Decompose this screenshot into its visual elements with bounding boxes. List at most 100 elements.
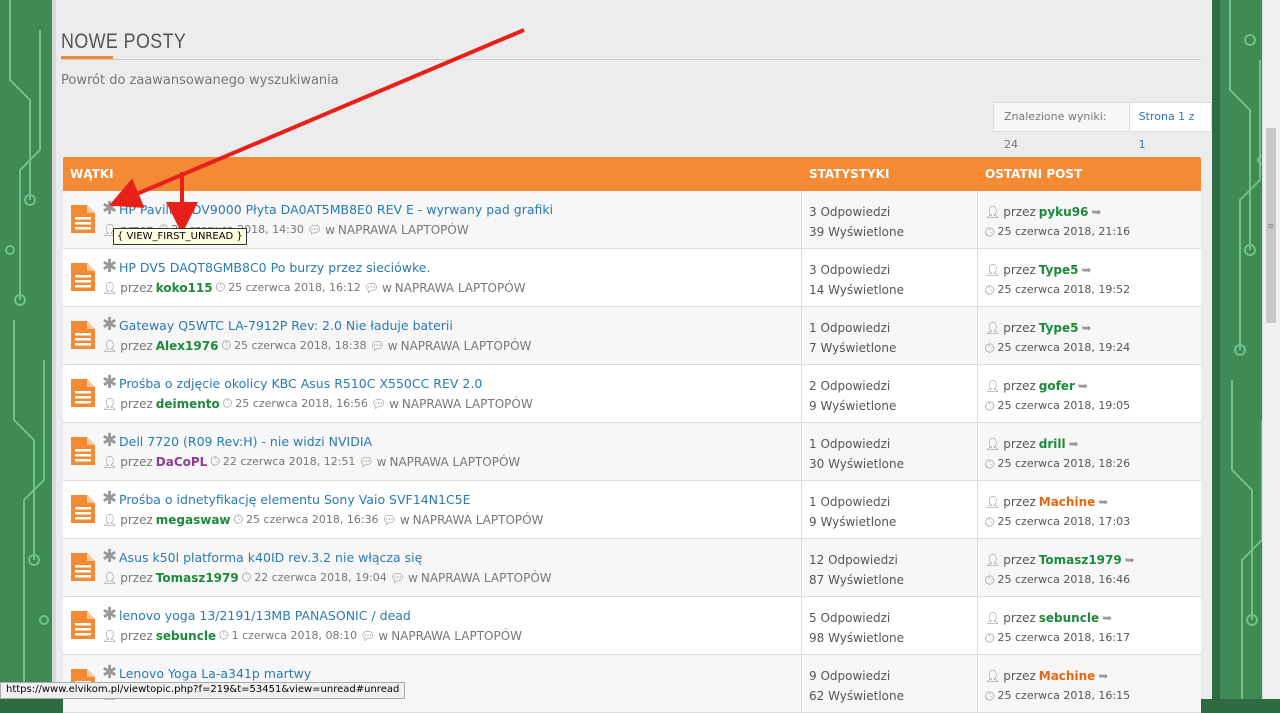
goto-last-post-icon[interactable]: ➥ (1081, 318, 1091, 338)
unread-asterisk-icon[interactable]: ✱ (102, 490, 117, 508)
topic-document-icon[interactable] (71, 495, 95, 523)
last-post-author-link[interactable]: Machine (1039, 666, 1096, 686)
table-row: ✱ Prośba o idnetyfikację elementu Sony V… (63, 481, 1201, 539)
unread-asterisk-icon[interactable]: ✱ (102, 664, 117, 682)
topic-document-icon[interactable] (71, 437, 95, 465)
last-post-author-link[interactable]: sebuncle (1039, 608, 1099, 628)
stats-cell: 1 Odpowiedzi 7 Wyświetlone (802, 307, 978, 364)
stats-cell: 3 Odpowiedzi 39 Wyświetlone (802, 191, 978, 248)
clock-icon: 🕓︎ (985, 515, 995, 529)
page-indicator[interactable]: Strona 1 z 1 (1129, 103, 1211, 151)
last-post-author-link[interactable]: drill (1039, 434, 1066, 454)
last-post-cell: 👤︎ przez Tomasz1979 ➥ 🕓︎ 25 czerwca 2018… (978, 539, 1201, 596)
clock-icon: 🕓︎ (985, 573, 995, 587)
last-post-author-link[interactable]: Type5 (1039, 318, 1079, 338)
unread-asterisk-icon[interactable]: ✱ (102, 316, 117, 334)
unread-asterisk-icon[interactable]: ✱ (102, 606, 117, 624)
table-row: ✱ Gateway Q5WTC LA-7912P Rev: 2.0 Nie ła… (63, 307, 1201, 365)
goto-last-post-icon[interactable]: ➥ (1098, 666, 1108, 686)
goto-last-post-icon[interactable]: ➥ (1098, 492, 1108, 512)
user-icon: 👤︎ (102, 570, 118, 585)
topic-document-icon[interactable] (71, 379, 95, 407)
topic-title-link[interactable]: Asus k50l platforma k40ID rev.3.2 nie wł… (119, 550, 422, 565)
unread-asterisk-icon[interactable]: ✱ (102, 374, 117, 392)
goto-last-post-icon[interactable]: ➥ (1069, 434, 1079, 454)
topic-author-link[interactable]: deimento (156, 397, 220, 411)
topic-author-link[interactable]: Tomasz1979 (156, 571, 239, 585)
goto-last-post-icon[interactable]: ➥ (1078, 376, 1088, 396)
forum-link[interactable]: NAPRAWA LAPTOPÓW (338, 223, 469, 237)
table-row: ✱ Prośba o zdjęcie okolicy KBC Asus R510… (63, 365, 1201, 423)
replies-count: 3 Odpowiedzi (809, 263, 891, 277)
last-post-cell: 👤︎ przez Machine ➥ 🕓︎ 25 czerwca 2018, 1… (978, 655, 1201, 712)
comments-icon: 💬︎ (358, 454, 374, 469)
clock-icon: 🕓︎ (210, 454, 220, 468)
topic-title-link[interactable]: lenovo yoga 13/2191/13MB PANASONIC / dea… (119, 608, 411, 623)
vertical-scrollbar[interactable]: ≡ (1262, 0, 1280, 699)
goto-last-post-icon[interactable]: ➥ (1102, 608, 1112, 628)
last-post-author-link[interactable]: pyku96 (1039, 202, 1089, 222)
topic-author-link[interactable]: koko115 (156, 281, 213, 295)
unread-asterisk-icon[interactable]: ✱ (102, 548, 117, 566)
last-post-author-link[interactable]: Tomasz1979 (1039, 550, 1122, 570)
topic-author-link[interactable]: megaswaw (156, 513, 231, 527)
table-body: ✱ HP Pavilion DV9000 Płyta DA0AT5MB8E0 R… (63, 191, 1201, 713)
stats-cell: 5 Odpowiedzi 98 Wyświetlone (802, 597, 978, 654)
views-count: 39 Wyświetlone (809, 225, 904, 239)
forum-link[interactable]: NAPRAWA LAPTOPÓW (401, 339, 532, 353)
topic-document-icon[interactable] (71, 263, 95, 291)
topic-title-link[interactable]: HP DV5 DAQT8GMB8C0 Po burzy przez sieció… (119, 260, 430, 275)
topic-document-icon[interactable] (71, 321, 95, 349)
unread-asterisk-icon[interactable]: ✱ (102, 200, 117, 218)
goto-last-post-icon[interactable]: ➥ (1125, 550, 1135, 570)
last-post-author-link[interactable]: Machine (1039, 492, 1096, 512)
last-post-cell: 👤︎ przez drill ➥ 🕓︎ 25 czerwca 2018, 18:… (978, 423, 1201, 480)
topic-cell: ✱ Prośba o idnetyfikację elementu Sony V… (63, 481, 802, 538)
forum-link[interactable]: NAPRAWA LAPTOPÓW (395, 281, 526, 295)
views-count: 62 Wyświetlone (809, 689, 904, 703)
topic-document-icon[interactable] (71, 205, 95, 233)
header-topics: WĄTKI (70, 167, 114, 181)
in-label: w (389, 396, 399, 411)
topic-cell: ✱ Asus k50l platforma k40ID rev.3.2 nie … (63, 539, 802, 596)
topic-title-link[interactable]: Lenovo Yoga La-a341p martwy (119, 666, 311, 681)
replies-count: 9 Odpowiedzi (809, 669, 891, 683)
last-post-author-link[interactable]: gofer (1039, 376, 1075, 396)
forum-link[interactable]: NAPRAWA LAPTOPÓW (413, 513, 544, 527)
forum-link[interactable]: NAPRAWA LAPTOPÓW (391, 629, 522, 643)
topic-author-link[interactable]: DaCoPL (156, 455, 208, 469)
user-icon: 👤︎ (102, 338, 118, 353)
topic-document-icon[interactable] (71, 611, 95, 639)
clock-icon: 🕓︎ (985, 631, 995, 645)
topic-author-link[interactable]: sebuncle (156, 629, 216, 643)
goto-last-post-icon[interactable]: ➥ (1091, 202, 1101, 222)
forum-link[interactable]: NAPRAWA LAPTOPÓW (421, 571, 552, 585)
user-icon: 👤︎ (985, 611, 1001, 625)
user-icon: 👤︎ (102, 512, 118, 527)
header-last-post: OSTATNI POST (985, 167, 1083, 181)
last-post-author-link[interactable]: Type5 (1039, 260, 1079, 280)
topic-meta: 👤︎ przez megaswaw 🕓︎ 25 czerwca 2018, 16… (102, 512, 543, 527)
goto-last-post-icon[interactable]: ➥ (1081, 260, 1091, 280)
topic-title-link[interactable]: Prośba o idnetyfikację elementu Sony Vai… (119, 492, 471, 507)
forum-link[interactable]: NAPRAWA LAPTOPÓW (402, 397, 533, 411)
unread-asterisk-icon[interactable]: ✱ (102, 432, 117, 450)
stats-cell: 1 Odpowiedzi 30 Wyświetlone (802, 423, 978, 480)
forum-link[interactable]: NAPRAWA LAPTOPÓW (389, 455, 520, 469)
topic-meta: 👤︎ przez Tomasz1979 🕓︎ 22 czerwca 2018, … (102, 570, 552, 585)
topic-title-link[interactable]: HP Pavilion DV9000 Płyta DA0AT5MB8E0 REV… (119, 202, 553, 217)
unread-asterisk-icon[interactable]: ✱ (102, 258, 117, 276)
topic-title-link[interactable]: Gateway Q5WTC LA-7912P Rev: 2.0 Nie ładu… (119, 318, 453, 333)
in-label: w (408, 570, 418, 585)
topic-title-link[interactable]: Prośba o zdjęcie okolicy KBC Asus R510C … (119, 376, 482, 391)
topic-title-link[interactable]: Dell 7720 (R09 Rev:H) - nie widzi NVIDIA (119, 434, 372, 449)
topic-author-link[interactable]: Alex1976 (156, 339, 219, 353)
clock-icon: 🕓︎ (985, 341, 995, 355)
views-count: 9 Wyświetlone (809, 399, 897, 413)
clock-icon: 🕓︎ (241, 570, 252, 584)
topic-document-icon[interactable] (71, 553, 95, 581)
clock-icon: 🕓︎ (221, 338, 231, 352)
back-to-advanced-search-link[interactable]: Powrót do zaawansowanego wyszukiwania (61, 73, 339, 88)
topic-meta: 👤︎ przez Alex1976 🕓︎ 25 czerwca 2018, 18… (102, 338, 531, 353)
last-post-date: 25 czerwca 2018, 16:17 (997, 631, 1131, 644)
